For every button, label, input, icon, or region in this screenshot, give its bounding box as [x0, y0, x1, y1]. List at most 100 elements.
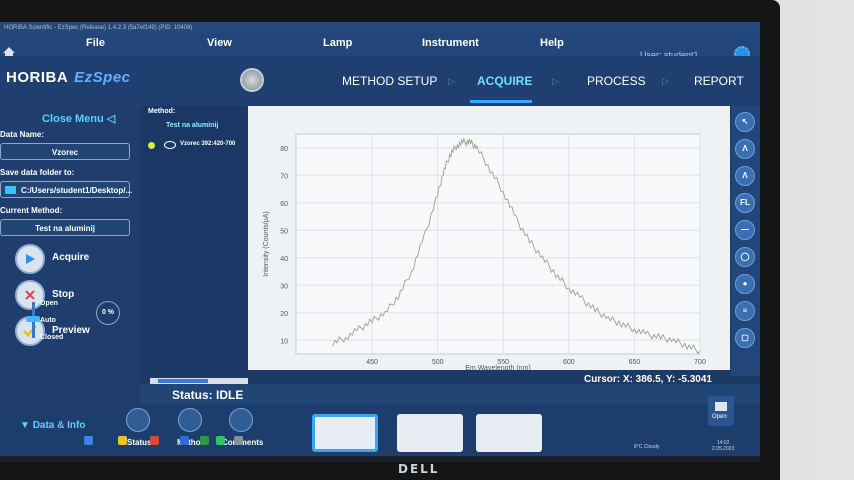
- acquire-button[interactable]: [15, 244, 45, 274]
- open-button[interactable]: Open: [708, 396, 734, 426]
- window-title: HORIBA Scientific - EzSpec (Release) 1.4…: [0, 22, 760, 34]
- y-tick-label: 40: [280, 256, 288, 263]
- chevron-right-icon: ▷: [448, 76, 455, 86]
- save-folder-label: Save data folder to:: [0, 168, 75, 177]
- method-heading: Method:: [148, 108, 176, 115]
- shutter-closed-label: Closed: [40, 334, 64, 341]
- active-tab-indicator: [470, 100, 532, 103]
- pin-tool-icon[interactable]: ●: [735, 274, 755, 294]
- status-dot-icon: [148, 142, 155, 149]
- weather-widget[interactable]: 8°C Cloudy: [634, 444, 659, 450]
- brand-name: HORIBA: [6, 69, 69, 86]
- taskbar: [0, 456, 760, 462]
- folder-icon: [715, 402, 727, 411]
- open-label: Open: [712, 414, 727, 420]
- method-name[interactable]: Test na aluminij: [166, 122, 218, 129]
- brand-logo: HORIBA EzSpec: [6, 69, 131, 86]
- peak-tool-icon[interactable]: Λ: [735, 139, 755, 159]
- zoom-tool-icon[interactable]: ◯: [735, 247, 755, 267]
- stop-label: Stop: [52, 289, 75, 300]
- fit-tool-icon[interactable]: ▢: [735, 328, 755, 348]
- monitor-brand-logo: DELL: [398, 462, 440, 476]
- close-icon: [25, 290, 35, 300]
- word-icon[interactable]: [180, 436, 189, 445]
- x-tick-label: 650: [629, 359, 641, 366]
- browser-icon[interactable]: [150, 436, 159, 445]
- excel-icon[interactable]: [200, 436, 209, 445]
- spectrum-chart: 1020304050607080450 500 550 600 650 700Em.Wav…: [263, 133, 706, 370]
- data-info-toggle[interactable]: ▼ Data & Info: [20, 420, 85, 431]
- spectrum-plot[interactable]: 10 20 30 40 50 60 70 80 450 500 550 600 650 700 Em.Wav…: [248, 106, 730, 370]
- shutter-slider-handle[interactable]: [26, 316, 40, 322]
- shutter-open-label: Open: [40, 300, 58, 307]
- current-method-field[interactable]: Test na aluminij: [0, 219, 130, 236]
- data-name-field[interactable]: Vzorec: [0, 143, 130, 160]
- tab-method-setup[interactable]: METHOD SETUP: [342, 74, 437, 88]
- header: HORIBA EzSpec METHOD SETUP ▷ ACQUIRE ▷ PR…: [0, 56, 760, 106]
- shutter-percent: 0 %: [96, 301, 120, 325]
- y-tick-label: 70: [280, 173, 288, 180]
- menu-instrument[interactable]: Instrument: [422, 37, 479, 49]
- data-thumbnail[interactable]: [476, 414, 542, 452]
- y-tick-label: 50: [280, 228, 288, 235]
- brand-product: EzSpec: [74, 69, 131, 86]
- comments-icon[interactable]: [229, 408, 253, 432]
- pointer-tool-icon[interactable]: ↖: [735, 112, 755, 132]
- status-text: Status: IDLE: [172, 388, 244, 402]
- tab-acquire[interactable]: ACQUIRE: [477, 74, 532, 88]
- clock[interactable]: 14:02 2.05.2023: [712, 440, 734, 452]
- x-tick-label: 500: [432, 359, 444, 366]
- y-axis-label: Intensity (Counts/μA): [263, 211, 270, 277]
- menu-file[interactable]: File: [86, 37, 105, 49]
- app-icon[interactable]: [216, 436, 225, 445]
- y-tick-label: 80: [280, 146, 288, 153]
- folder-icon: [5, 186, 16, 194]
- y-tick-label: 30: [280, 283, 288, 290]
- ezspec-taskbar-icon[interactable]: [234, 436, 243, 445]
- status-bar: Status: IDLE: [140, 384, 760, 404]
- fl-tool-icon[interactable]: FL: [735, 193, 755, 213]
- menu-view[interactable]: View: [207, 37, 232, 49]
- plot-area: [295, 133, 701, 355]
- check-icon: [23, 325, 37, 337]
- close-menu-button[interactable]: Close Menu ◁: [42, 112, 115, 125]
- start-icon[interactable]: [84, 436, 93, 445]
- tab-process[interactable]: PROCESS: [587, 74, 646, 88]
- acquire-label: Acquire: [52, 252, 90, 263]
- method-list: Method: Test na aluminij Vzorec 392:420-…: [144, 106, 246, 376]
- menu-lamp[interactable]: Lamp: [323, 37, 352, 49]
- y-tick-label: 20: [280, 311, 288, 318]
- chevron-right-icon: ▷: [552, 76, 559, 86]
- method-icon[interactable]: [178, 408, 202, 432]
- area-tool-icon[interactable]: Λ: [735, 166, 755, 186]
- save-folder-value: C:/Users/student1/Desktop/...: [21, 186, 133, 195]
- eye-icon[interactable]: [164, 141, 176, 149]
- save-folder-field[interactable]: C:/Users/student1/Desktop/...: [0, 181, 133, 198]
- play-icon: [26, 254, 35, 264]
- x-tick-label: 700: [694, 359, 706, 366]
- clock-date: 2.05.2023: [712, 446, 735, 452]
- line-tool-icon[interactable]: —: [735, 220, 755, 240]
- explorer-icon[interactable]: [118, 436, 127, 445]
- y-tick-label: 60: [280, 201, 288, 208]
- left-menu-panel: Close Menu ◁ Data Name: Vzorec Save data…: [0, 106, 140, 406]
- data-thumbnail[interactable]: [397, 414, 463, 452]
- data-name-label: Data Name:: [0, 130, 45, 139]
- scrollbar-thumb[interactable]: [158, 379, 208, 383]
- list-item-label: Vzorec 392:420-700: [180, 141, 236, 147]
- chevron-right-icon: ▷: [662, 76, 669, 86]
- status-tab-label[interactable]: Status: [127, 438, 151, 447]
- menu-help[interactable]: Help: [540, 37, 564, 49]
- data-info-label: Data & Info: [32, 420, 86, 431]
- list-item[interactable]: Vzorec 392:420-700: [144, 138, 246, 152]
- instrument-badge-icon: [240, 68, 264, 92]
- shutter-auto-label: Auto: [40, 317, 56, 324]
- y-tick-label: 10: [280, 338, 288, 345]
- status-icon[interactable]: [126, 408, 150, 432]
- tab-report[interactable]: REPORT: [694, 74, 744, 88]
- plot-toolbar: ↖ Λ Λ FL — ◯ ● ≡ ▢: [731, 106, 760, 376]
- bars-tool-icon[interactable]: ≡: [735, 301, 755, 321]
- data-thumbnail-selected[interactable]: [312, 414, 378, 452]
- x-tick-label: 600: [563, 359, 575, 366]
- app-window: HORIBA Scientific - EzSpec (Release) 1.4…: [0, 22, 760, 462]
